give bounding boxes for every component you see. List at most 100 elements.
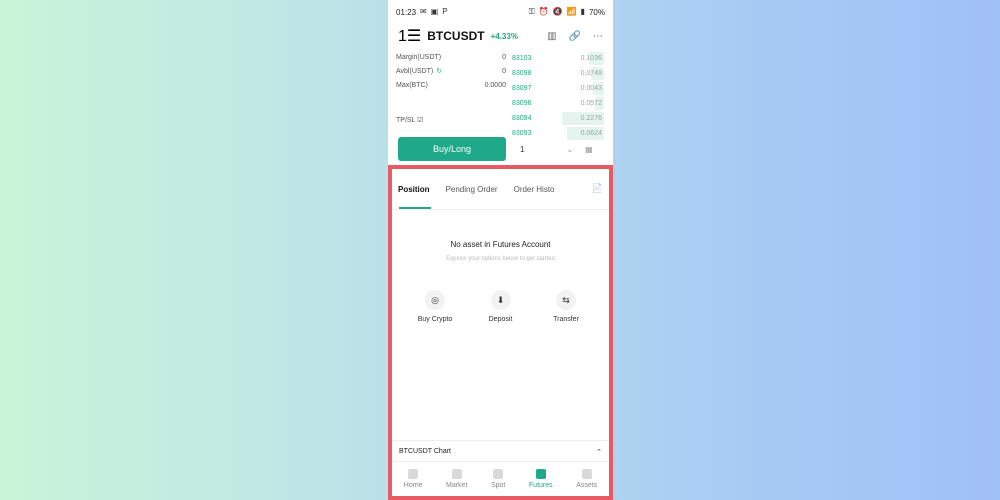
tab-position[interactable]: Position <box>398 185 430 194</box>
transfer-action[interactable]: ⇆ Transfer <box>541 290 591 323</box>
orderbook-qty: 0.0572 <box>580 100 602 107</box>
nav-futures[interactable]: Futures <box>529 469 553 489</box>
orderbook-qty: 0.0624 <box>580 130 602 137</box>
orderbook: 83103 0.1036 83098 0.0748 83097 0.0043 83096 0.… <box>512 51 604 141</box>
nav-assets[interactable]: Assets <box>576 469 597 489</box>
p-icon: P <box>442 7 448 16</box>
orderbook-row[interactable]: 83097 0.0043 <box>512 81 604 96</box>
max-row: Max(BTC) 0.0000 <box>396 78 506 92</box>
orderbook-row[interactable]: 83103 0.1036 <box>512 51 604 66</box>
orderbook-qty: 0.0748 <box>580 70 602 77</box>
nav-spot[interactable]: Spot <box>491 469 505 489</box>
deposit-label: Deposit <box>488 316 513 323</box>
orderbook-row[interactable]: 83096 0.0572 <box>512 96 604 111</box>
wifi-icon: 📶 <box>566 7 577 16</box>
more-icon[interactable]: ⋯ <box>593 31 603 42</box>
tab-order-history[interactable]: Order Histo <box>514 185 555 194</box>
nav-futures-label: Futures <box>528 482 553 489</box>
futures-icon <box>535 469 546 479</box>
orderbook-qty: 0.0043 <box>580 85 602 92</box>
key-icon: ⚿ <box>528 7 535 16</box>
mute-icon: 🔇 <box>552 7 563 16</box>
nav-assets-label: Assets <box>576 482 598 489</box>
checkbox-icon[interactable]: ☑ <box>417 117 423 124</box>
avbl-value: 0 <box>502 67 506 75</box>
active-tab-underline <box>399 207 431 209</box>
chevron-up-icon[interactable]: ⌃ <box>596 448 602 456</box>
bottom-nav: Home Market Spot Futures Assets <box>392 461 609 496</box>
empty-subtitle: Explore your options below to get starte… <box>446 256 555 262</box>
tpsl-toggle[interactable]: TP/SL ☑ <box>396 116 423 124</box>
document-icon[interactable]: 📄 <box>592 183 603 194</box>
margin-value: 0 <box>502 53 506 61</box>
empty-title: No asset in Futures Account <box>450 240 551 249</box>
refresh-icon[interactable]: ↻ <box>436 67 442 75</box>
nav-home-label: Home <box>403 482 423 489</box>
buy-crypto-label: Buy Crypto <box>417 316 453 323</box>
deposit-action[interactable]: ⬇ Deposit <box>476 290 526 323</box>
orderbook-row[interactable]: 83098 0.0748 <box>512 66 604 81</box>
pair-title: BTCUSDT <box>427 29 485 43</box>
avbl-label: Avbl(USDT) <box>396 67 434 75</box>
avbl-row: Avbl(USDT) ↻ 0 <box>396 64 506 78</box>
tab-pending-order[interactable]: Pending Order <box>446 185 498 194</box>
nav-home[interactable]: Home <box>403 469 423 489</box>
positions-panel: Position Pending Order Order Histo 📄 No … <box>388 165 613 500</box>
signal-icon: ▮ <box>580 7 585 16</box>
chart-label: BTCUSDT Chart <box>399 448 451 455</box>
tpsl-label: TP/SL <box>396 117 416 124</box>
tab-bar: Position Pending Order Order Histo 📄 <box>392 169 609 210</box>
margin-label: Margin(USDT) <box>396 53 442 61</box>
buy-long-button[interactable]: Buy/Long <box>398 137 506 161</box>
menu-icon[interactable]: 1☰ <box>398 26 421 46</box>
chart-icon[interactable]: ▥ <box>547 31 556 42</box>
spot-icon <box>493 469 504 479</box>
quantity-controls: ⌄ ▦ <box>566 145 592 154</box>
buy-crypto-action[interactable]: ◎ Buy Crypto <box>410 290 460 323</box>
max-label: Max(BTC) <box>396 81 428 89</box>
status-bar: 01:23 ✉ ▣ P ⚿ ⏰ 🔇 📶 ▮ 70% <box>388 0 613 24</box>
action-row: ◎ Buy Crypto ⬇ Deposit ⇆ Transfer <box>392 290 609 323</box>
nav-market[interactable]: Market <box>446 469 467 489</box>
download-icon: ⬇ <box>490 290 511 310</box>
orderbook-price: 83098 <box>512 70 532 77</box>
trade-info: Margin(USDT) 0 Avbl(USDT) ↻ 0 Max(BTC) 0… <box>396 50 506 92</box>
status-left: 01:23 ✉ ▣ P <box>396 8 448 17</box>
orderbook-price: 83093 <box>512 130 532 137</box>
picture-icon: ▣ <box>430 7 439 16</box>
header-actions: ▥ 🔗 ⋯ <box>547 31 603 42</box>
status-time: 01:23 <box>396 7 417 17</box>
coins-icon: ◎ <box>425 290 445 310</box>
assets-icon <box>581 469 592 479</box>
orderbook-price: 83097 <box>512 85 532 92</box>
max-value: 0.0000 <box>484 81 506 89</box>
orderbook-row[interactable]: 83094 0.2276 <box>512 111 604 126</box>
orderbook-price: 83103 <box>512 55 532 62</box>
margin-row: Margin(USDT) 0 <box>396 50 506 64</box>
battery-level: 70% <box>588 7 605 17</box>
orderbook-price: 83096 <box>512 100 532 107</box>
chart-toggle[interactable]: BTCUSDT Chart ⌃ <box>392 440 609 462</box>
transfer-label: Transfer <box>553 316 579 323</box>
market-icon <box>451 469 462 479</box>
chevron-down-icon[interactable]: ⌄ <box>566 145 573 154</box>
home-icon <box>408 469 419 479</box>
quantity-row: 1 ⌄ ▦ <box>520 145 593 154</box>
pair-selector[interactable]: 1☰ BTCUSDT +4.33% <box>398 26 518 46</box>
phone-screen: 01:23 ✉ ▣ P ⚿ ⏰ 🔇 📶 ▮ 70% 1☰ BTCUSDT +4.… <box>388 0 613 500</box>
price-change: +4.33% <box>490 31 518 41</box>
orderbook-qty: 0.1036 <box>580 55 602 62</box>
orderbook-qty: 0.2276 <box>580 115 602 122</box>
status-right: ⚿ ⏰ 🔇 📶 ▮ 70% <box>529 8 605 17</box>
buy-row: Buy/Long 1 ⌄ ▦ <box>398 137 603 161</box>
nav-spot-label: Spot <box>490 482 506 489</box>
quantity-value: 1 <box>520 144 525 154</box>
pair-header: 1☰ BTCUSDT +4.33% ▥ 🔗 ⋯ <box>388 24 613 48</box>
mail-icon: ✉ <box>420 7 427 16</box>
grid-icon[interactable]: ▦ <box>585 145 593 154</box>
transfer-icon: ⇆ <box>556 290 576 310</box>
empty-state: No asset in Futures Account Explore your… <box>392 240 609 262</box>
alarm-icon: ⏰ <box>538 7 549 16</box>
link-icon[interactable]: 🔗 <box>569 31 581 42</box>
nav-market-label: Market <box>446 482 468 489</box>
